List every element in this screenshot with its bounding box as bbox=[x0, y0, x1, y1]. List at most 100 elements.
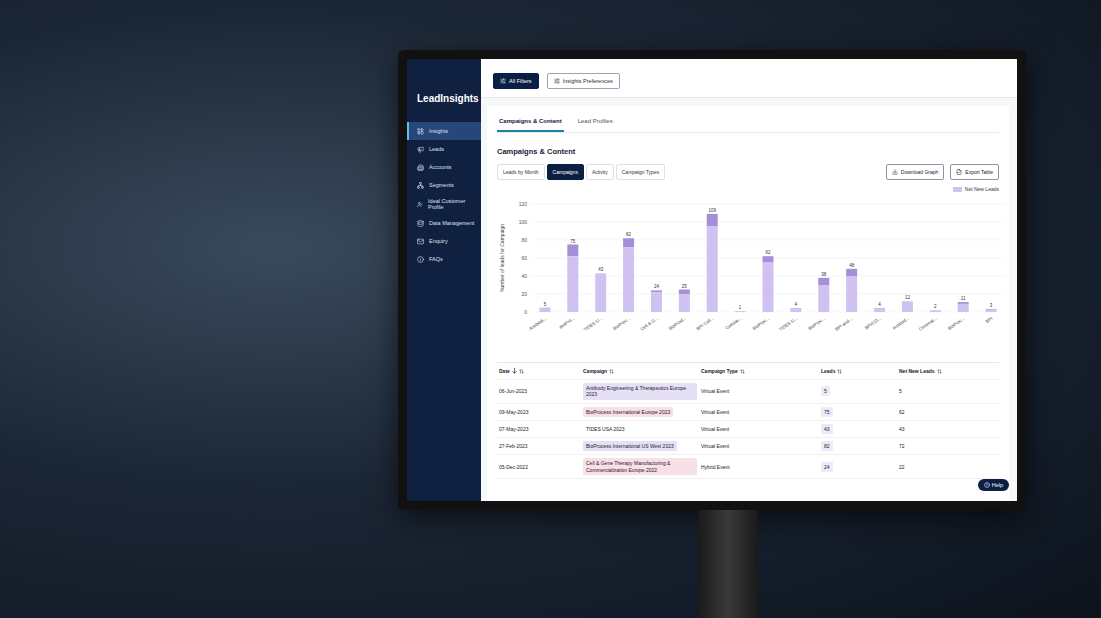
svg-text:TIDES U...: TIDES U... bbox=[778, 316, 798, 332]
sidebar: LeadInsightsInsightsLeadsAccountsSegment… bbox=[407, 59, 481, 501]
column-header[interactable]: Campaign Type bbox=[699, 364, 819, 378]
legend-swatch bbox=[953, 187, 962, 192]
sidebar-item[interactable]: Leads bbox=[407, 140, 481, 158]
date-cell: 07-May-2023 bbox=[497, 423, 581, 435]
sort-icon bbox=[609, 369, 614, 374]
bar[interactable]: 2Chromat... bbox=[918, 304, 941, 332]
table-row[interactable]: 05-Dec-2022Cell & Gene Therapy Manufactu… bbox=[497, 455, 999, 479]
svg-text:75: 75 bbox=[570, 239, 576, 244]
sidebar-icon bbox=[417, 220, 424, 227]
download-icon bbox=[892, 169, 898, 175]
bar[interactable]: 4BPI/CD... bbox=[864, 302, 885, 330]
svg-text:11: 11 bbox=[961, 296, 966, 301]
date-cell: 06-Jun-2023 bbox=[497, 385, 581, 397]
toolbar: All Filters Insights Preferences bbox=[481, 59, 1017, 98]
type-cell: Virtual Event bbox=[699, 423, 819, 435]
bar[interactable]: 38BioProc... bbox=[807, 272, 829, 331]
section-title: Campaigns & Content bbox=[497, 147, 999, 156]
table-row[interactable]: 07-May-2023TIDES USA 2023Virtual Event43… bbox=[497, 421, 999, 438]
help-button[interactable]: Help bbox=[978, 479, 1009, 491]
subtab[interactable]: Activity bbox=[586, 164, 614, 180]
bar[interactable]: 11 BioProc... bbox=[947, 296, 969, 331]
toolbar-button[interactable]: All Filters bbox=[493, 73, 539, 89]
toolbar-button[interactable]: Insights Preferences bbox=[547, 73, 620, 89]
svg-text:TIDES U...: TIDES U... bbox=[583, 316, 603, 332]
sidebar-item[interactable]: Accounts bbox=[407, 158, 481, 176]
tabs: Campaigns & Content Lead Profiles bbox=[497, 106, 999, 133]
campaigns-chart: Number of leads for Campaign020406080100… bbox=[497, 192, 1009, 360]
bar[interactable]: 3BPI bbox=[985, 303, 997, 324]
svg-text:40: 40 bbox=[521, 273, 527, 279]
sort-down-icon bbox=[512, 368, 517, 374]
download-icon bbox=[956, 169, 962, 175]
svg-text:Cellular...: Cellular... bbox=[724, 316, 742, 331]
table-header: DateCampaignCampaign TypeLeadsNet New Le… bbox=[497, 363, 999, 380]
svg-text:Chromat...: Chromat... bbox=[918, 316, 938, 332]
tab[interactable]: Campaigns & Content bbox=[497, 114, 564, 132]
sidebar-item[interactable]: Ideal Customer Profile bbox=[407, 194, 481, 214]
bar[interactable]: 43 TIDES U... bbox=[583, 267, 606, 332]
table-row[interactable]: 09-May-2023BioProcess International Euro… bbox=[497, 404, 999, 421]
subtab[interactable]: Leads by Month bbox=[497, 164, 545, 180]
sidebar-icon bbox=[417, 164, 424, 171]
date-cell: 05-Dec-2022 bbox=[497, 461, 581, 473]
sidebar-item[interactable]: Segments bbox=[407, 176, 481, 194]
sort-icon bbox=[937, 369, 942, 374]
svg-text:Antibod...: Antibod... bbox=[892, 316, 910, 331]
svg-text:Antibodi...: Antibodi... bbox=[528, 316, 547, 332]
action-button[interactable]: Download Graph bbox=[886, 164, 945, 180]
svg-text:60: 60 bbox=[521, 255, 527, 261]
svg-text:12: 12 bbox=[905, 295, 911, 300]
leads-cell: 75 bbox=[819, 404, 897, 420]
svg-text:BioProc...: BioProc... bbox=[612, 316, 631, 331]
svg-text:43: 43 bbox=[598, 267, 604, 272]
svg-text:20: 20 bbox=[521, 291, 527, 297]
svg-text:BioProc...: BioProc... bbox=[807, 316, 826, 331]
bar[interactable]: 4TIDES U... bbox=[778, 302, 801, 332]
svg-text:82: 82 bbox=[626, 232, 632, 237]
bar[interactable]: 12 Antibod... bbox=[892, 295, 913, 331]
sidebar-item[interactable]: FAQs bbox=[407, 250, 481, 268]
sidebar-icon bbox=[417, 128, 424, 135]
bar[interactable]: 24Cell & G... bbox=[639, 284, 662, 331]
campaign-cell: BioProcess International Europe 2023 bbox=[581, 404, 699, 420]
sidebar-item[interactable]: Insights bbox=[407, 122, 481, 140]
column-header[interactable]: Campaign bbox=[581, 364, 699, 378]
bar[interactable]: 48BPI and ... bbox=[834, 263, 857, 332]
column-header[interactable]: Net New Leads bbox=[897, 364, 999, 378]
sidebar-icon bbox=[417, 146, 424, 153]
bar[interactable]: 75BioPro... bbox=[558, 239, 578, 330]
y-tick: 100 bbox=[519, 219, 1005, 225]
sidebar-item[interactable]: Enquiry bbox=[407, 232, 481, 250]
column-header[interactable]: Date bbox=[497, 364, 581, 378]
subtab[interactable]: Campaign Types bbox=[616, 164, 665, 180]
y-tick: 80 bbox=[521, 237, 1005, 243]
y-tick: 120 bbox=[519, 201, 1005, 207]
sidebar-icon bbox=[417, 238, 424, 245]
svg-text:BioProc...: BioProc... bbox=[947, 316, 966, 331]
bar[interactable]: 25BioProd... bbox=[668, 284, 690, 332]
leads-cell: 24 bbox=[819, 459, 897, 475]
table-row[interactable]: 27-Feb-2023BioProcess International US W… bbox=[497, 438, 999, 455]
svg-text:109: 109 bbox=[708, 208, 716, 213]
bar[interactable]: 62BioProc... bbox=[752, 250, 774, 331]
leads-cell: 82 bbox=[819, 438, 897, 454]
date-cell: 27-Feb-2023 bbox=[497, 440, 581, 452]
svg-text:BPI/CD...: BPI/CD... bbox=[864, 316, 882, 331]
chart-controls: Leads by MonthCampaignsActivityCampaign … bbox=[497, 164, 999, 180]
net-new-cell: 72 bbox=[897, 440, 999, 452]
column-header[interactable]: Leads bbox=[819, 364, 897, 378]
subtab[interactable]: Campaigns bbox=[547, 164, 584, 180]
table-row[interactable]: 06-Jun-2023Antibody Engineering & Therap… bbox=[497, 380, 999, 404]
sidebar-item[interactable]: Data Management bbox=[407, 214, 481, 232]
leads-cell: 43 bbox=[819, 421, 897, 437]
actions: Download Graph Export Table bbox=[886, 164, 999, 180]
bar[interactable]: 82 BioProc... bbox=[612, 232, 634, 331]
bar[interactable]: 1Cellular... bbox=[724, 305, 745, 330]
filter-icon bbox=[554, 78, 560, 84]
monitor-stand bbox=[698, 510, 758, 618]
tab[interactable]: Lead Profiles bbox=[576, 114, 615, 132]
bar[interactable]: 109BPI Coll... bbox=[696, 208, 718, 331]
action-button[interactable]: Export Table bbox=[950, 164, 999, 180]
bar[interactable]: 5Antibodi... bbox=[528, 302, 550, 332]
